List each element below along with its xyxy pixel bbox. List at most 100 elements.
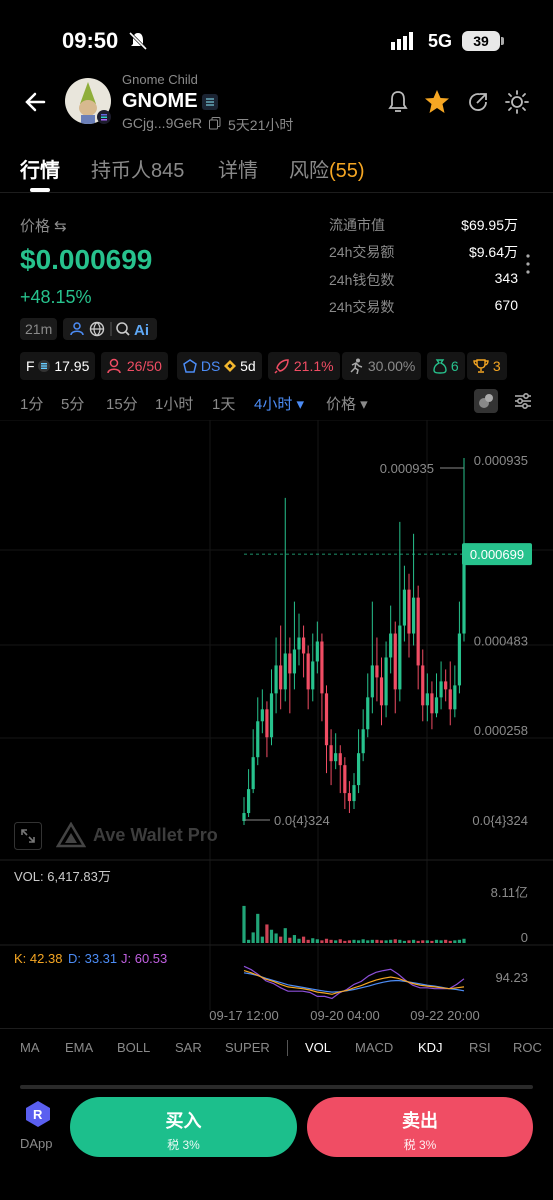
pill-score[interactable]: F 17.95 xyxy=(20,352,96,380)
candle-body xyxy=(329,745,333,762)
candle-body xyxy=(444,681,448,690)
dapp-icon[interactable]: R xyxy=(24,1100,52,1128)
tab-risk[interactable]: 风险(55) xyxy=(289,154,365,183)
volume-bar xyxy=(256,913,260,943)
current-price: $0.000699 xyxy=(20,244,153,275)
candle-body xyxy=(398,625,402,690)
chart-style-icon[interactable] xyxy=(474,389,498,413)
ave-logo-icon xyxy=(56,822,86,848)
indicator-ema[interactable]: EMA xyxy=(65,1040,93,1055)
indicator-super[interactable]: SUPER xyxy=(225,1040,270,1055)
volume-bar xyxy=(320,940,324,943)
pill-trophy[interactable]: 3 xyxy=(467,352,507,380)
indicator-ma[interactable]: MA xyxy=(20,1040,40,1055)
indicator-roc[interactable]: ROC xyxy=(513,1040,542,1055)
more-vertical-icon[interactable] xyxy=(524,253,532,275)
chart-mode-select[interactable]: 价格 ▾ xyxy=(326,393,368,414)
share-icon[interactable] xyxy=(466,90,490,114)
volume-bar xyxy=(246,939,251,943)
timeframe-4h[interactable]: 4小时 ▾ xyxy=(254,393,304,414)
volume-bar xyxy=(279,936,283,943)
timeframe-5m[interactable]: 5分 xyxy=(61,393,84,414)
stat-trades-label: 24h交易数 xyxy=(329,299,395,315)
time-axis-label: 09-20 04:00 xyxy=(310,1008,379,1023)
volume-bar xyxy=(384,940,388,943)
indicator-macd[interactable]: MACD xyxy=(355,1040,393,1055)
candle-body xyxy=(434,697,439,714)
indicator-sar[interactable]: SAR xyxy=(175,1040,202,1055)
candle-body xyxy=(246,789,251,814)
volume-bar xyxy=(306,939,310,943)
timeframe-1h[interactable]: 1小时 xyxy=(155,393,193,414)
tab-market[interactable]: 行情 xyxy=(20,154,60,183)
indicator-boll[interactable]: BOLL xyxy=(117,1040,150,1055)
social-links-icons: Ai xyxy=(70,321,149,339)
solana-icon xyxy=(38,360,51,372)
volume-bar xyxy=(356,940,361,943)
volume-bar xyxy=(297,938,301,943)
price-axis-label: 0.0{4}324 xyxy=(472,813,528,828)
candle-body xyxy=(352,785,356,802)
tab-holders[interactable]: 持币人845 xyxy=(91,154,184,183)
volume-bar xyxy=(411,939,416,943)
score-label: F xyxy=(26,358,35,374)
theme-sun-icon[interactable] xyxy=(505,90,529,114)
candle-body xyxy=(384,657,388,706)
stat-volume-label: 24h交易额 xyxy=(329,244,395,260)
trophy-value: 3 xyxy=(492,358,501,374)
copy-icon[interactable] xyxy=(209,117,221,130)
candle-body xyxy=(375,665,379,678)
kdj-d-label: D: 33.31 xyxy=(68,951,118,966)
back-arrow-icon[interactable] xyxy=(24,90,48,114)
pill-rocket[interactable]: 21.1% xyxy=(268,352,340,380)
candle-body xyxy=(256,721,260,758)
stat-trades-value: 670 xyxy=(494,297,518,313)
timeframe-1m[interactable]: 1分 xyxy=(20,393,43,414)
indicator-divider xyxy=(0,1028,553,1029)
volume-bar xyxy=(453,940,457,943)
volume-bar xyxy=(444,939,448,943)
volume-bar xyxy=(379,940,384,943)
candle-body xyxy=(439,681,443,698)
time-axis-label: 09-17 12:00 xyxy=(209,1008,278,1023)
bell-icon[interactable] xyxy=(386,90,410,114)
stat-market-cap-label: 流通市值 xyxy=(329,217,385,233)
volume-bar xyxy=(260,936,264,943)
candle-body xyxy=(379,677,384,706)
candles-layer xyxy=(242,458,466,825)
price-change: +48.15% xyxy=(20,287,92,307)
volume-axis-max: 8.11亿 xyxy=(491,885,528,900)
buy-button[interactable]: 买入 税 3% xyxy=(70,1097,297,1157)
pill-dexscreener[interactable]: DS 5d xyxy=(177,352,262,380)
candle-body xyxy=(269,693,274,738)
fullscreen-icon[interactable] xyxy=(14,822,42,850)
tab-details[interactable]: 详情 xyxy=(218,154,258,183)
min-price-label: 0.0{4}324 xyxy=(274,813,330,828)
favorite-star-icon[interactable] xyxy=(424,89,450,115)
chart-settings-icon[interactable] xyxy=(513,391,533,411)
dapp-label[interactable]: DApp xyxy=(20,1136,53,1151)
status-time: 09:50 xyxy=(62,28,119,53)
contract-address[interactable]: GCjg...9GeR xyxy=(122,115,202,131)
volume-bar xyxy=(352,939,356,943)
price-label[interactable]: 价格 ⇆ xyxy=(20,215,67,236)
timeframe-15m[interactable]: 15分 xyxy=(106,393,138,414)
pill-holders[interactable]: 26/50 xyxy=(101,352,168,380)
sell-button[interactable]: 卖出 税 3% xyxy=(307,1097,533,1157)
pill-runner[interactable]: 30.00% xyxy=(342,352,422,380)
dexscreener-icon xyxy=(183,359,197,373)
indicator-rsi[interactable]: RSI xyxy=(469,1040,491,1055)
candle-body xyxy=(425,693,429,706)
indicator-kdj[interactable]: KDJ xyxy=(418,1040,443,1055)
ds-label: DS xyxy=(200,358,221,374)
tab-divider xyxy=(0,192,553,193)
social-links-chip[interactable]: Ai xyxy=(63,318,157,340)
candle-body xyxy=(407,589,411,634)
volume-bar xyxy=(407,940,411,943)
timeframe-1d[interactable]: 1天 xyxy=(212,393,235,414)
pill-bag[interactable]: 6 xyxy=(427,352,465,380)
indicator-vol[interactable]: VOL xyxy=(305,1040,331,1055)
volume-bar xyxy=(343,940,347,943)
kdj-k-line xyxy=(243,970,465,995)
candle-body xyxy=(366,697,370,730)
